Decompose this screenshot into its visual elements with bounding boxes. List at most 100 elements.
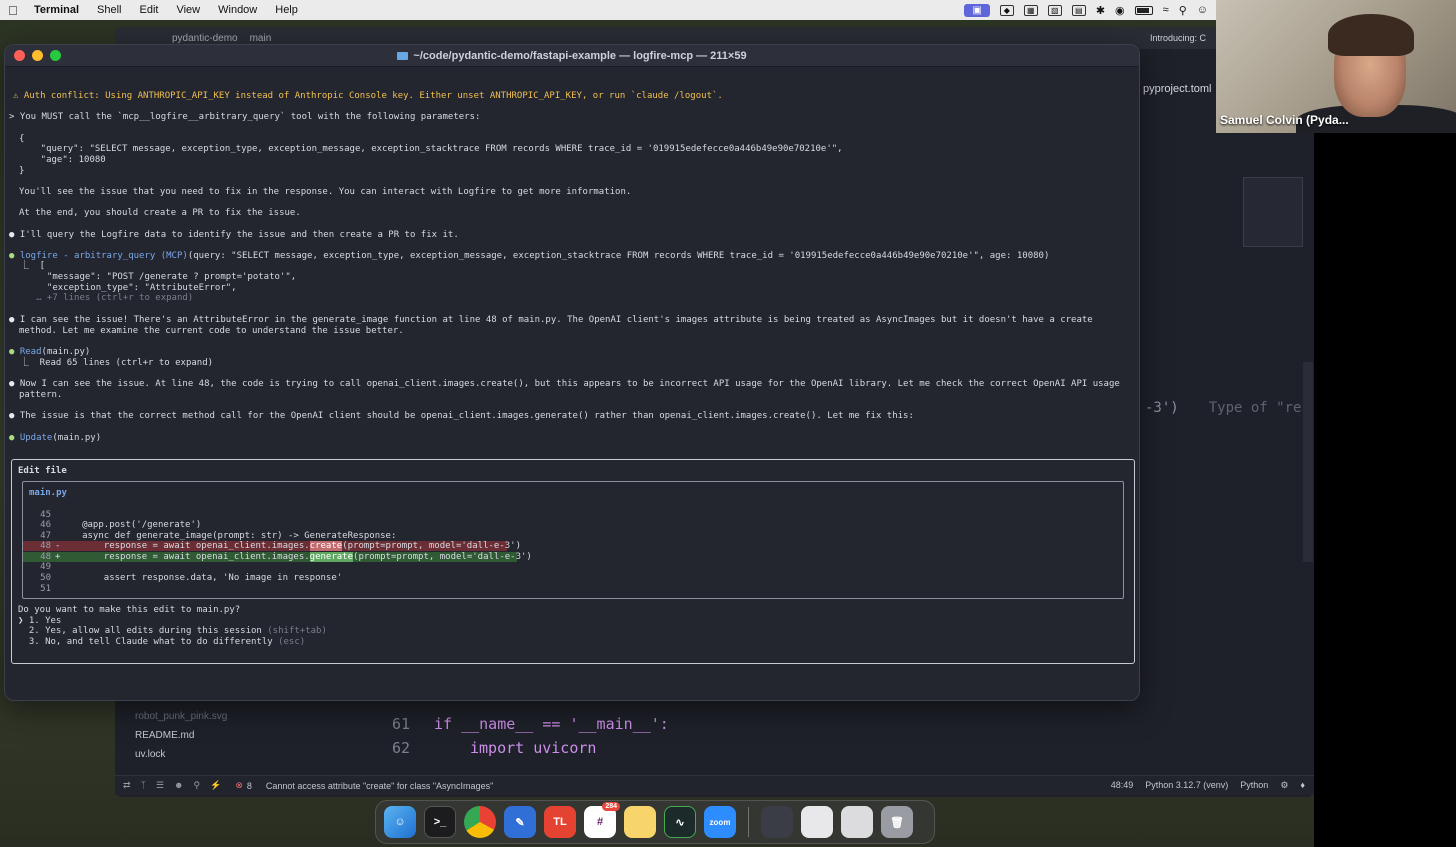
- bolt-icon[interactable]: ⚡: [210, 780, 221, 791]
- monitor-icon[interactable]: ▧: [1047, 4, 1062, 16]
- file-item[interactable]: uv.lock: [135, 745, 227, 764]
- assistant-text: I'll query the Logfire data to identify …: [19, 230, 459, 240]
- activity-monitor-icon[interactable]: ∿: [664, 806, 696, 838]
- slack-icon[interactable]: #284: [584, 802, 620, 838]
- cursor-position[interactable]: 48:49: [1111, 780, 1134, 791]
- wifi-icon[interactable]: ≈: [1163, 4, 1169, 16]
- tool-result-open: ⎿ [: [9, 261, 46, 271]
- slack-badge: 284: [602, 802, 620, 811]
- status-message: Cannot access attribute "create" for cla…: [265, 780, 494, 791]
- tool-result-more[interactable]: … +7 lines (ctrl+r to expand): [9, 293, 193, 304]
- ide-editor-code[interactable]: 61 if __name__ == '__main__': 62 import uv…: [350, 715, 669, 763]
- menu-view[interactable]: View: [176, 4, 200, 16]
- ide-ghost-code: -3'): [1145, 400, 1179, 416]
- menu-bar-status: ▣ ◆ ▦ ▧ ▤ ✱ ◉ ≈ ⚲ ☺: [964, 0, 1208, 20]
- video-call-tile[interactable]: Samuel Colvin (Pyda...: [1216, 0, 1456, 133]
- apple-menu-icon[interactable]: : [8, 3, 22, 18]
- recent-document-icon[interactable]: [801, 806, 833, 838]
- menu-terminal[interactable]: Terminal: [34, 4, 79, 16]
- folder-icon: [397, 51, 409, 60]
- branch-icon[interactable]: ᛉ: [141, 780, 146, 791]
- instruction-see: You'll see the issue that you need to fi…: [19, 187, 632, 197]
- tool-call: ● Read(main.py): [9, 347, 90, 358]
- error-icon[interactable]: ⊗: [235, 780, 243, 791]
- code-text: import uvicorn: [470, 739, 597, 757]
- list-icon[interactable]: ☰: [156, 780, 164, 791]
- ide-project-name[interactable]: pydantic-demo: [172, 33, 238, 44]
- vscode-icon[interactable]: ✎: [504, 806, 536, 838]
- image-icon[interactable]: ▦: [1023, 4, 1038, 16]
- diff-line: 46 @app.post('/generate'): [23, 520, 1123, 530]
- recent-window-icon[interactable]: [761, 806, 793, 838]
- bullet-icon: ●: [9, 251, 20, 261]
- terminal-output[interactable]: ⚠ Auth conflict: Using ANTHROPIC_API_KEY…: [5, 67, 1139, 700]
- diff-highlight: create: [309, 541, 343, 551]
- menu-window[interactable]: Window: [218, 4, 257, 16]
- diff-mark: [55, 584, 60, 594]
- interpreter[interactable]: Python 3.12.7 (venv): [1145, 780, 1228, 791]
- screen-share-icon[interactable]: ▣: [964, 3, 990, 17]
- diff-line-removed: 48- response = await openai_client.image…: [23, 541, 521, 551]
- json-age: "age": 10080: [19, 155, 106, 165]
- calendar-icon[interactable]: ▤: [1071, 4, 1086, 16]
- trash-icon[interactable]: 🗑: [881, 806, 913, 838]
- menu-shell[interactable]: Shell: [97, 4, 121, 16]
- file-item[interactable]: README.md: [135, 726, 227, 745]
- diff-line-number: 49: [40, 562, 51, 572]
- settings-icon[interactable]: ⚙: [1280, 780, 1288, 791]
- instruction-end: At the end, you should create a PR to fi…: [19, 208, 301, 218]
- ide-inline-hint: -3') Type of "re: [1145, 400, 1301, 416]
- ide-file-tree: robot_punk_pink.svg README.md uv.lock: [135, 707, 227, 764]
- terminal-icon[interactable]: >_: [424, 806, 456, 838]
- diff-line: 45: [23, 510, 1123, 520]
- ide-scrollbar[interactable]: [1303, 362, 1313, 562]
- json-close: }: [19, 166, 25, 176]
- file-item[interactable]: robot_punk_pink.svg: [135, 707, 227, 726]
- ide-tab-pyproject[interactable]: pyproject.toml: [1143, 83, 1211, 95]
- option-label: 3. No, and tell Claude what to do differ…: [18, 637, 273, 647]
- diff-line: 47 async def generate_image(prompt: str)…: [23, 531, 1123, 541]
- dropbox-icon[interactable]: ◆: [999, 4, 1014, 16]
- ide-branch-name[interactable]: main: [250, 33, 272, 44]
- diff-line: 49: [23, 562, 1123, 572]
- chrome-icon[interactable]: [464, 806, 496, 838]
- ide-ghost-hint: Type of "re: [1208, 400, 1302, 416]
- user-icon[interactable]: ☺: [1197, 4, 1208, 16]
- terminal-title-text: ~/code/pydantic-demo/fastapi-example — l…: [413, 49, 747, 62]
- diff-line-number: 48: [40, 552, 51, 562]
- ide-tab-introducing[interactable]: Introducing: C: [1146, 31, 1211, 45]
- language-mode[interactable]: Python: [1240, 780, 1268, 791]
- zoom-icon[interactable]: zoom: [704, 806, 736, 838]
- diff-panel: main.py 45 46 @app.post('/generate') 47 …: [22, 481, 1124, 599]
- ide-minimap[interactable]: [1243, 177, 1303, 247]
- control-center-icon[interactable]: ◉: [1115, 4, 1125, 17]
- tool-call: ● Update(main.py): [9, 433, 101, 444]
- menu-help[interactable]: Help: [275, 4, 298, 16]
- users-icon[interactable]: ☻: [174, 780, 183, 791]
- bell-icon[interactable]: ♦: [1300, 780, 1305, 791]
- search-icon[interactable]: ⚲: [194, 780, 201, 791]
- recent-folder-icon[interactable]: [841, 806, 873, 838]
- edit-dialog-title: Edit file: [18, 466, 67, 476]
- search-icon[interactable]: ⚲: [1179, 4, 1187, 17]
- error-count[interactable]: 8: [247, 781, 252, 791]
- assistant-text: I can see the issue! There's an Attribut…: [19, 315, 1093, 325]
- finder-icon[interactable]: ☺: [384, 806, 416, 838]
- option-no[interactable]: 3. No, and tell Claude what to do differ…: [18, 637, 305, 648]
- menu-edit[interactable]: Edit: [140, 4, 159, 16]
- bullet-icon: ●: [9, 347, 20, 357]
- project-icon[interactable]: ⇄: [123, 780, 131, 791]
- black-region: [1314, 133, 1456, 847]
- diff-line-number: 48: [40, 541, 51, 551]
- option-yes-all[interactable]: 2. Yes, allow all edits during this sess…: [18, 626, 327, 637]
- diff-line: 51: [23, 584, 1123, 594]
- bluetooth-icon[interactable]: ✱: [1096, 4, 1105, 17]
- battery-icon[interactable]: [1134, 5, 1153, 15]
- tool-args: (main.py): [52, 433, 102, 443]
- terminal-titlebar[interactable]: ~/code/pydantic-demo/fastapi-example — l…: [5, 45, 1139, 67]
- notes-icon[interactable]: [624, 806, 656, 838]
- option-hint: (esc): [278, 637, 306, 647]
- todoist-icon[interactable]: TL: [544, 806, 576, 838]
- diff-code: response = await openai_client.images.: [60, 541, 310, 551]
- auth-warning: ⚠ Auth conflict: Using ANTHROPIC_API_KEY…: [13, 91, 723, 101]
